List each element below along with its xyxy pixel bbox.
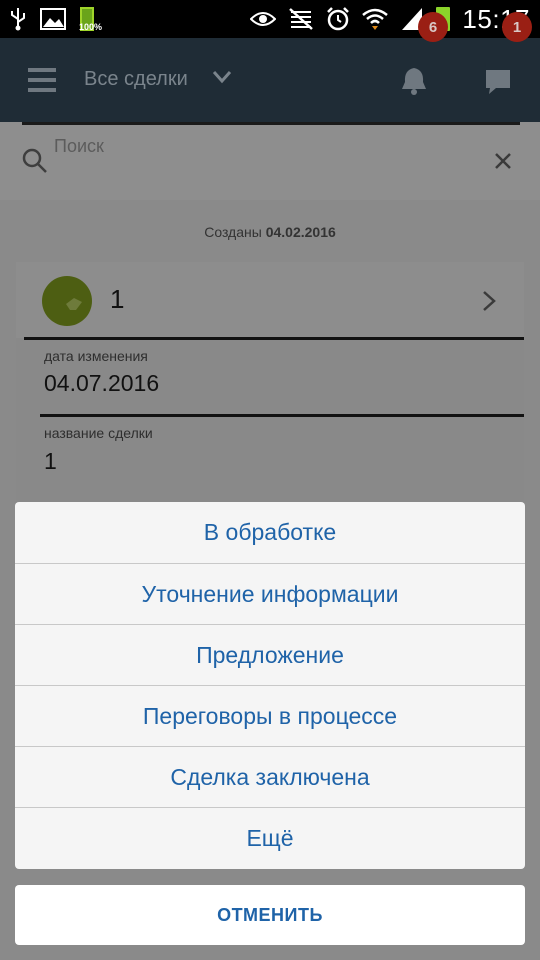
group-date: 04.02.2016 bbox=[265, 224, 336, 240]
menu-icon[interactable] bbox=[28, 68, 56, 92]
sheet-item-in-progress[interactable]: В обработке bbox=[15, 502, 525, 563]
eye-icon bbox=[250, 12, 277, 26]
notifications-badge: 6 bbox=[418, 12, 448, 42]
page-title[interactable]: Все сделки bbox=[84, 68, 188, 91]
bell-icon[interactable] bbox=[400, 66, 428, 96]
chat-icon[interactable] bbox=[484, 68, 512, 96]
sheet-item-clarification[interactable]: Уточнение информации bbox=[15, 564, 525, 625]
sheet-item-deal-closed[interactable]: Сделка заключена bbox=[15, 747, 525, 808]
status-bar: 100% 15:17 bbox=[0, 0, 540, 38]
group-prefix: Созданы bbox=[204, 224, 262, 240]
group-header: Созданы 04.02.2016 bbox=[0, 224, 540, 240]
status-bar-left: 100% bbox=[10, 6, 102, 32]
sheet-item-proposal[interactable]: Предложение bbox=[15, 625, 525, 686]
messages-badge: 1 bbox=[502, 12, 532, 42]
image-icon bbox=[40, 8, 66, 30]
battery-icon: 100% bbox=[79, 7, 102, 32]
sheet-item-more[interactable]: Ещё bbox=[15, 808, 525, 869]
wifi-icon bbox=[362, 8, 389, 30]
app-header: Все сделки bbox=[0, 38, 540, 122]
field-value: 1 bbox=[44, 448, 57, 474]
field-label: название сделки bbox=[44, 425, 153, 441]
battery-percent: 100% bbox=[79, 22, 103, 32]
action-sheet: В обработке Уточнение информации Предлож… bbox=[15, 502, 525, 869]
search-input[interactable] bbox=[54, 132, 474, 160]
divider bbox=[24, 337, 524, 340]
field-value: 04.07.2016 bbox=[44, 370, 160, 396]
close-icon[interactable] bbox=[494, 152, 512, 170]
field-label: дата изменения bbox=[44, 348, 148, 364]
alarm-icon bbox=[327, 7, 350, 31]
chevron-right-icon[interactable] bbox=[482, 290, 496, 312]
avatar bbox=[42, 276, 92, 326]
divider bbox=[40, 414, 524, 417]
usb-icon bbox=[11, 8, 25, 31]
deal-title: 1 bbox=[110, 284, 125, 314]
mute-icon bbox=[289, 8, 314, 30]
sheet-item-negotiation[interactable]: Переговоры в процессе bbox=[15, 686, 525, 747]
deal-card-header[interactable]: 1 bbox=[16, 262, 524, 338]
search-bar bbox=[0, 122, 540, 200]
chevron-down-icon[interactable] bbox=[212, 70, 232, 84]
cancel-button[interactable]: ОТМЕНИТЬ bbox=[15, 885, 525, 945]
handshake-icon bbox=[66, 298, 82, 310]
status-bar-right: 15:17 bbox=[250, 4, 530, 34]
divider bbox=[22, 122, 520, 125]
search-icon bbox=[22, 148, 47, 173]
